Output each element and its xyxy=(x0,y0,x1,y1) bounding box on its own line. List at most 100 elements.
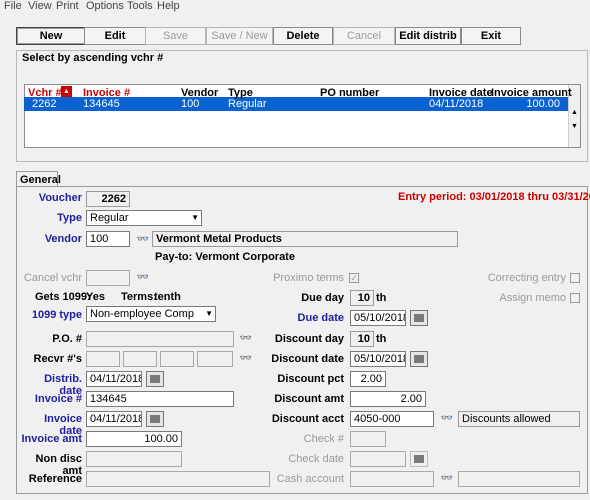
discount-acct-name: Discounts allowed xyxy=(458,411,580,427)
due-day-label: Due day xyxy=(301,292,344,304)
check-no-field[interactable] xyxy=(350,431,386,447)
invoice-amt-label: Invoice amt xyxy=(21,433,82,445)
cash-account-label: Cash account xyxy=(276,473,344,485)
due-date-label: Due date xyxy=(297,312,344,324)
discount-acct-label: Discount acct xyxy=(271,413,344,425)
discount-amt-label: Discount amt xyxy=(274,393,344,405)
lookup-binoculars-icon[interactable]: 👓 xyxy=(439,412,455,426)
tab-general[interactable]: General xyxy=(16,171,61,187)
row-vchr: 2262 xyxy=(32,98,57,110)
po-label: P.O. # xyxy=(52,333,82,345)
menu-help[interactable]: Help xyxy=(157,0,180,12)
due-day-suffix: th xyxy=(376,292,387,304)
delete-button[interactable]: Delete xyxy=(273,27,333,45)
recvr-field-3[interactable] xyxy=(160,351,194,367)
row-invoice: 134645 xyxy=(83,98,120,110)
row-invoice-date: 04/11/2018 xyxy=(429,98,484,110)
sort-ascending-icon[interactable]: ▲ xyxy=(61,86,72,97)
calendar-icon[interactable] xyxy=(146,371,164,387)
scroll-down-icon[interactable]: ▼ xyxy=(571,123,578,130)
save-button[interactable]: Save xyxy=(145,27,206,45)
discount-amt-field[interactable]: 2.00 xyxy=(350,391,426,407)
discount-pct-label: Discount pct xyxy=(277,373,344,385)
calendar-icon[interactable] xyxy=(410,451,428,467)
type1099-value: Non-employee Comp xyxy=(90,308,194,320)
terms-value: tenth xyxy=(154,291,181,303)
calendar-icon[interactable] xyxy=(410,310,428,326)
recvr-field-2[interactable] xyxy=(123,351,157,367)
col-po[interactable]: PO number xyxy=(320,87,379,99)
type-label: Type xyxy=(57,212,82,224)
lookup-binoculars-icon[interactable]: 👓 xyxy=(238,352,254,366)
po-field[interactable] xyxy=(86,331,234,347)
proximo-checkbox[interactable]: ✓ xyxy=(349,273,359,283)
invoice-no-label: Invoice # xyxy=(34,393,82,405)
voucher-field[interactable]: 2262 xyxy=(86,191,130,207)
proximo-label: Proximo terms xyxy=(273,272,344,284)
due-day-field[interactable]: 10 xyxy=(350,290,374,306)
non-disc-field[interactable] xyxy=(86,451,182,467)
save-new-button[interactable]: Save / New xyxy=(206,27,273,45)
gets1099-label: Gets 1099: xyxy=(35,291,91,303)
due-date-field[interactable]: 05/10/2018 xyxy=(350,310,406,326)
calendar-icon[interactable] xyxy=(410,351,428,367)
calendar-icon[interactable] xyxy=(146,411,164,427)
invoice-amt-field[interactable]: 100.00 xyxy=(86,431,182,447)
assign-memo-label: Assign memo xyxy=(499,292,566,304)
type-select[interactable]: Regular ▼ xyxy=(86,210,202,226)
discount-pct-field[interactable]: 2.00 xyxy=(350,371,386,387)
menu-file[interactable]: File xyxy=(4,0,22,12)
row-invoice-amount: 100.00 xyxy=(526,98,560,110)
entry-period: Entry period: 03/01/2018 thru 03/31/2018 xyxy=(398,191,590,203)
cancel-button[interactable]: Cancel xyxy=(333,27,395,45)
edit-button[interactable]: Edit xyxy=(84,27,146,45)
discount-day-field[interactable]: 10 xyxy=(350,331,374,347)
type1099-label: 1099 type xyxy=(31,309,82,321)
row-vendor: 100 xyxy=(181,98,200,110)
assign-memo-checkbox[interactable] xyxy=(570,293,580,303)
lookup-binoculars-icon[interactable]: 👓 xyxy=(135,233,151,247)
chevron-down-icon: ▼ xyxy=(191,213,199,222)
reference-field[interactable] xyxy=(86,471,270,487)
menu-bar: File View Print Options Tools Help xyxy=(0,0,590,14)
check-date-field[interactable] xyxy=(350,451,406,467)
new-button[interactable]: New xyxy=(16,27,86,45)
lookup-binoculars-icon[interactable]: 👓 xyxy=(439,472,455,486)
vendor-code-field[interactable]: 100 xyxy=(86,231,130,247)
correcting-label: Correcting entry xyxy=(487,272,566,284)
scroll-up-icon[interactable]: ▲ xyxy=(571,109,578,116)
exit-button[interactable]: Exit xyxy=(461,27,521,45)
lookup-binoculars-icon[interactable]: 👓 xyxy=(238,332,254,346)
reference-label: Reference xyxy=(28,473,82,485)
vendor-name-field: Vermont Metal Products xyxy=(152,231,458,247)
invoice-no-field[interactable]: 134645 xyxy=(86,391,234,407)
distrib-date-field[interactable]: 04/11/2018 xyxy=(86,371,142,387)
menu-print[interactable]: Print xyxy=(56,0,79,12)
select-group-title: Select by ascending vchr # xyxy=(22,52,164,64)
type-value: Regular xyxy=(90,212,129,224)
cancel-vchr-field[interactable] xyxy=(86,270,130,286)
menu-view[interactable]: View xyxy=(28,0,52,12)
discount-date-label: Discount date xyxy=(271,353,344,365)
gets1099-value: Yes xyxy=(86,291,105,303)
check-date-label: Check date xyxy=(288,453,344,465)
cancel-vchr-label: Cancel vchr xyxy=(23,272,82,284)
recvr-field-1[interactable] xyxy=(86,351,120,367)
recvr-field-4[interactable] xyxy=(197,351,233,367)
discount-date-field[interactable]: 05/10/2018 xyxy=(350,351,406,367)
type1099-select[interactable]: Non-employee Comp ▼ xyxy=(86,306,216,322)
menu-tools[interactable]: Tools xyxy=(127,0,153,12)
lookup-binoculars-icon[interactable]: 👓 xyxy=(135,271,151,285)
edit-distrib-button[interactable]: Edit distrib xyxy=(395,27,461,45)
discount-day-label: Discount day xyxy=(274,333,344,345)
invoice-date-field[interactable]: 04/11/2018 xyxy=(86,411,142,427)
discount-day-suffix: th xyxy=(376,333,387,345)
row-type: Regular xyxy=(228,98,267,110)
terms-label: Terms: xyxy=(121,291,157,303)
chevron-down-icon: ▼ xyxy=(205,309,213,318)
correcting-checkbox[interactable] xyxy=(570,273,580,283)
menu-options[interactable]: Options xyxy=(86,0,124,12)
cash-account-field[interactable] xyxy=(350,471,434,487)
payto-text: Pay-to: Vermont Corporate xyxy=(155,251,295,263)
discount-acct-field[interactable]: 4050-000 xyxy=(350,411,434,427)
